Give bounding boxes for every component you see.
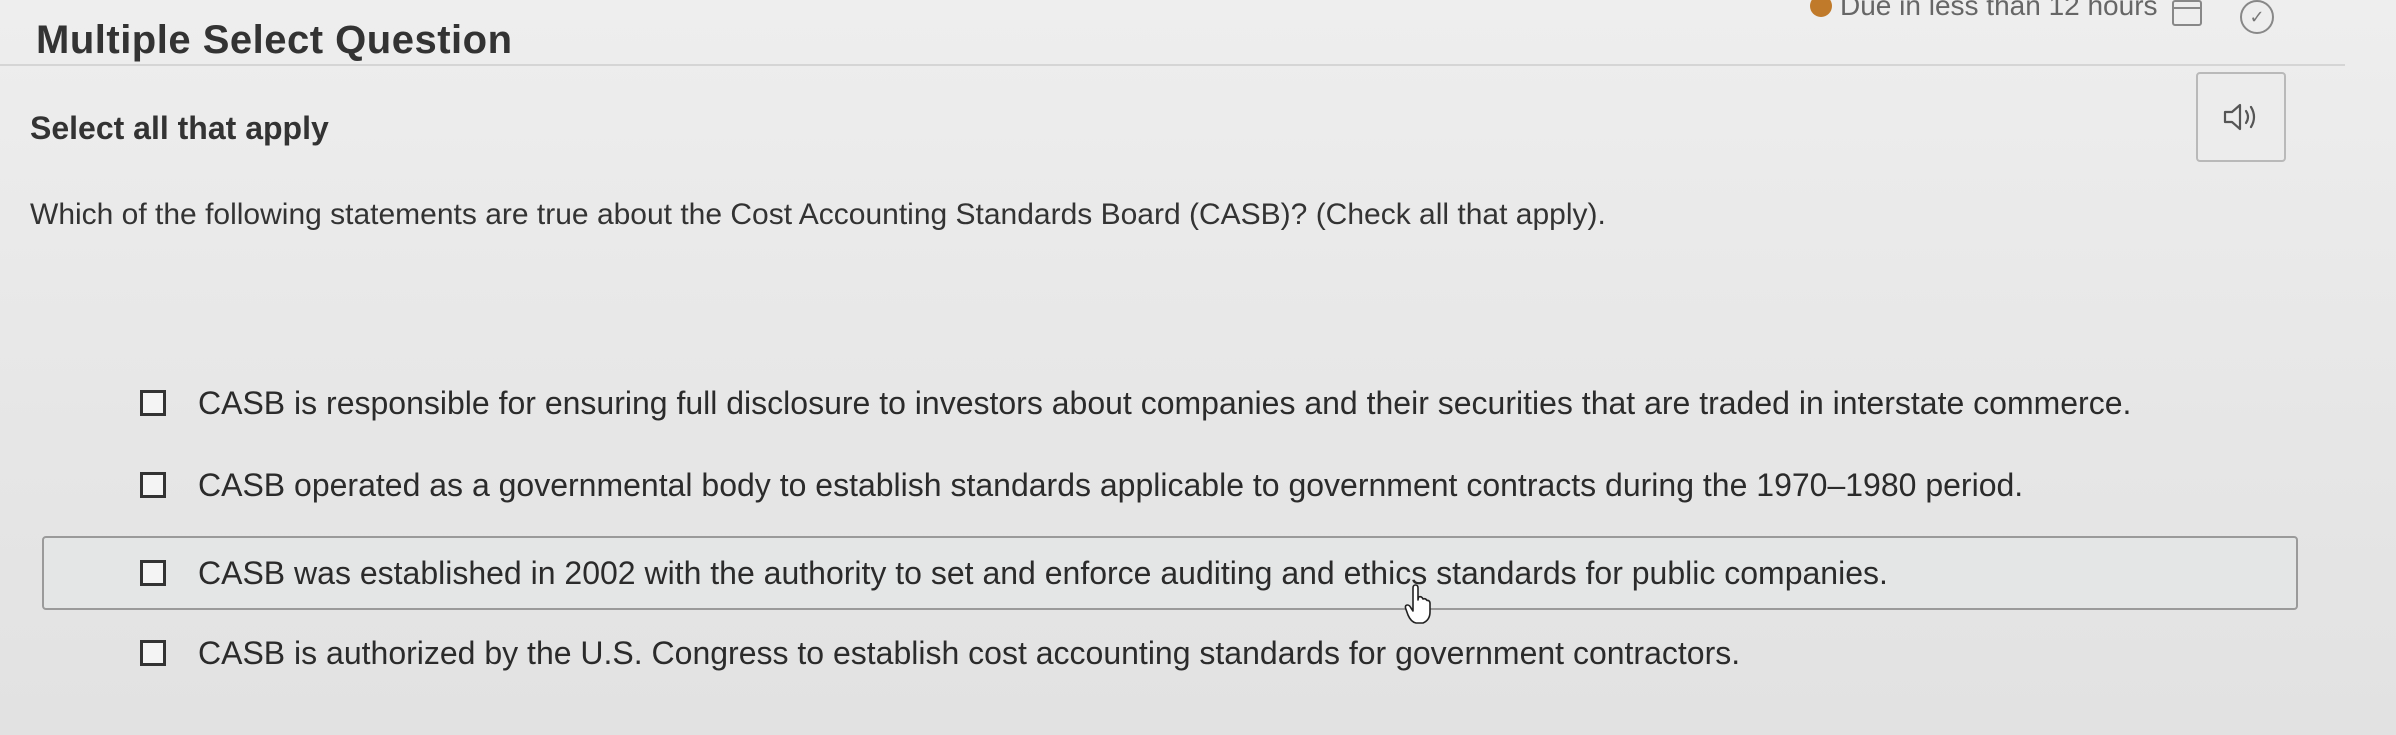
answer-option[interactable]: CASB is responsible for ensuring full di…	[42, 366, 2298, 440]
question-page: Multiple Select Question Due in less tha…	[0, 0, 2396, 735]
due-status: Due in less than 12 hours	[1810, 0, 2158, 22]
option-checkbox[interactable]	[140, 390, 166, 416]
answer-option[interactable]: CASB operated as a governmental body to …	[42, 448, 2298, 522]
option-label: CASB operated as a governmental body to …	[198, 466, 2024, 503]
option-label: CASB is authorized by the U.S. Congress …	[198, 634, 1741, 671]
answer-option[interactable]: CASB is authorized by the U.S. Congress …	[42, 616, 2298, 690]
hand-cursor-icon	[1404, 584, 1431, 624]
alert-dot-icon	[1810, 0, 1832, 17]
header-divider	[0, 64, 2345, 66]
speaker-icon	[2223, 103, 2256, 131]
option-checkbox[interactable]	[140, 472, 166, 498]
question-prompt: Which of the following statements are tr…	[30, 198, 1606, 231]
read-aloud-button[interactable]	[2196, 72, 2286, 162]
page-title: Multiple Select Question	[36, 18, 513, 62]
option-checkbox[interactable]	[140, 640, 166, 666]
option-label: CASB was established in 2002 with the au…	[198, 554, 1888, 591]
option-label: CASB is responsible for ensuring full di…	[198, 384, 2132, 421]
due-text: Due in less than 12 hours	[1840, 0, 2158, 21]
check-circle-icon[interactable]: ✓	[2240, 0, 2274, 34]
instructions: Select all that apply	[30, 110, 329, 146]
answer-option-hovered[interactable]: CASB was established in 2002 with the au…	[42, 536, 2298, 610]
calendar-icon[interactable]	[2172, 0, 2202, 26]
option-checkbox[interactable]	[140, 560, 166, 586]
